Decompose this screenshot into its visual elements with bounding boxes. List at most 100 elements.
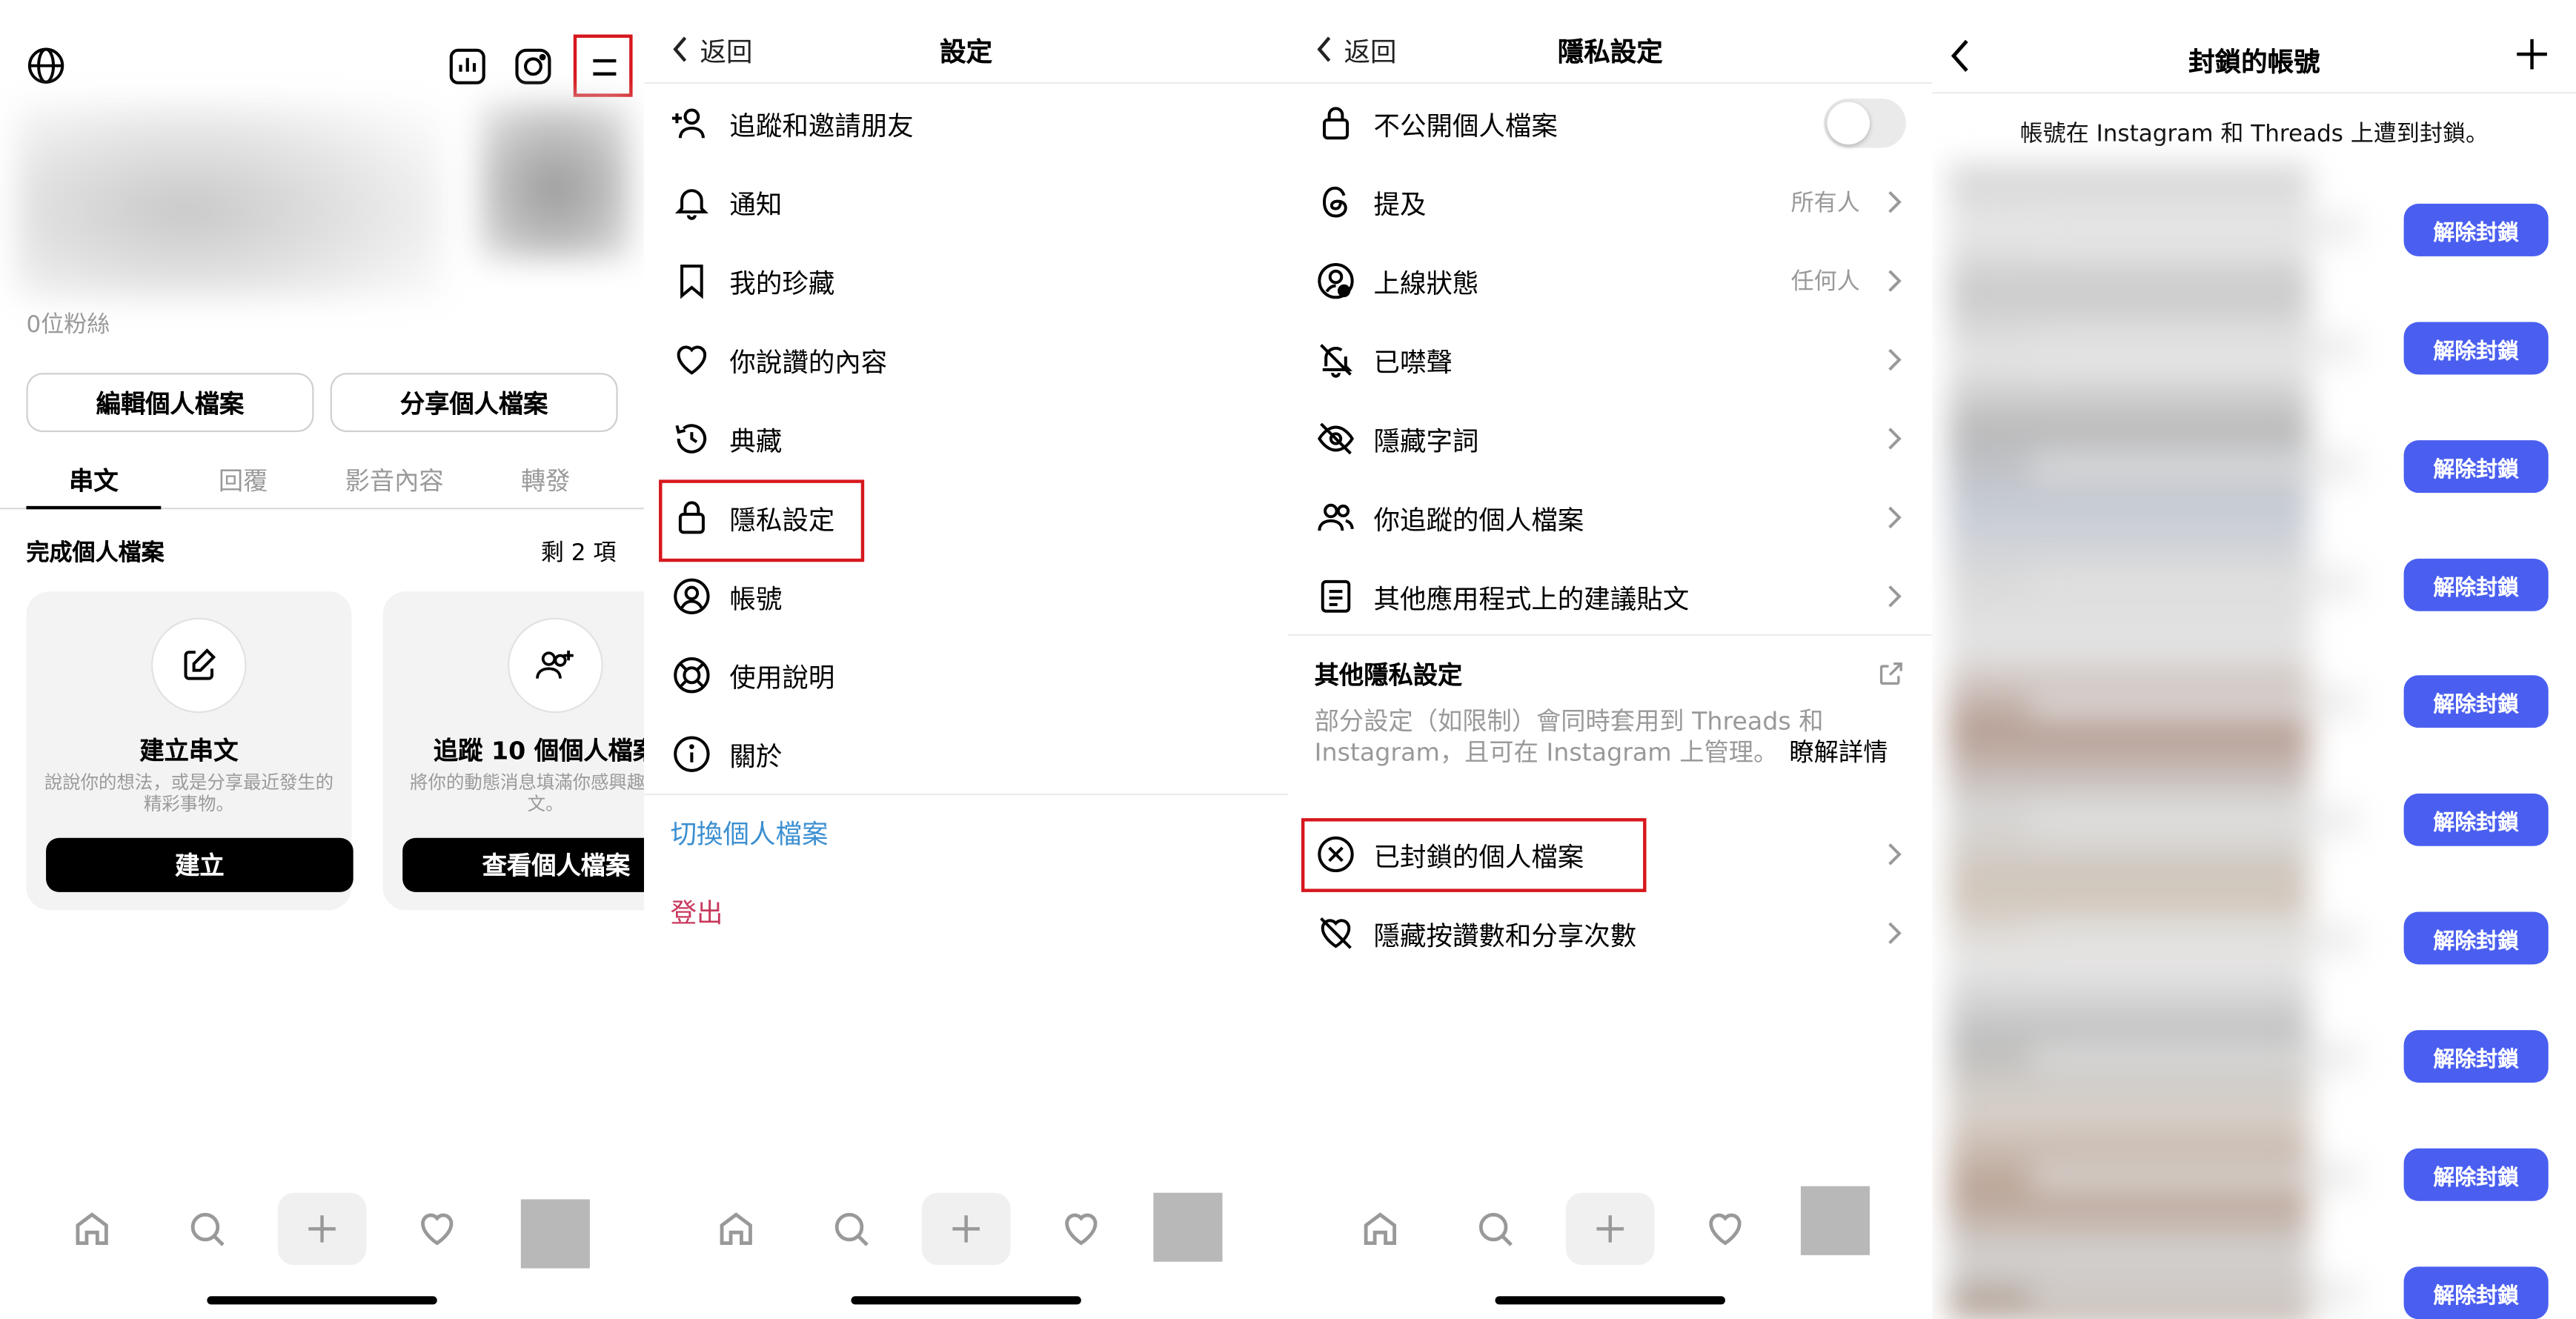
unblock-button[interactable]: 解除封鎖: [2403, 440, 2549, 494]
activity-icon[interactable]: [411, 1193, 463, 1266]
item-label: 其他應用程式上的建議貼文: [1373, 583, 1690, 615]
settings-item-help[interactable]: 使用說明: [644, 636, 1288, 714]
activity-icon[interactable]: [1055, 1193, 1107, 1266]
profile-tab-avatar[interactable]: [1800, 1186, 1870, 1255]
share-profile-button[interactable]: 分享個人檔案: [330, 373, 618, 433]
archive-icon: [671, 417, 714, 460]
home-indicator: [207, 1296, 437, 1305]
external-link-icon[interactable]: [1876, 659, 1906, 688]
unblock-button[interactable]: 解除封鎖: [2403, 558, 2549, 611]
follow-profiles-card: 追蹤 10 個個人檔案 將你的動態消息填滿你感興趣的串文。 查看個人檔案: [382, 591, 645, 911]
chevron-right-icon: [1888, 348, 1902, 371]
bell-icon: [671, 181, 714, 224]
item-label: 隱藏字詞: [1373, 425, 1479, 457]
switch-profile-link[interactable]: 切換個人檔案: [644, 792, 1288, 871]
unblock-button[interactable]: 解除封鎖: [2403, 1266, 2549, 1319]
info-icon: [671, 733, 714, 776]
tab-reposts[interactable]: 轉發: [521, 463, 571, 498]
chevron-right-icon: [1888, 843, 1902, 866]
section-divider: [1288, 634, 1933, 637]
new-post-button[interactable]: [1565, 1192, 1655, 1266]
view-profiles-button[interactable]: 查看個人檔案: [402, 837, 645, 892]
profile-tab-avatar[interactable]: [1153, 1192, 1223, 1262]
home-icon[interactable]: [1354, 1193, 1407, 1266]
new-post-button[interactable]: [921, 1192, 1011, 1266]
blocked-highlight: [1301, 818, 1647, 892]
card-description: 將你的動態消息填滿你感興趣的串文。: [410, 772, 645, 815]
globe-icon[interactable]: [26, 46, 65, 85]
new-post-button[interactable]: [277, 1192, 367, 1266]
settings-item-saved[interactable]: 我的珍藏: [644, 242, 1288, 320]
insights-icon[interactable]: [447, 46, 488, 87]
privacy-item-muted[interactable]: 已噤聲: [1288, 320, 1932, 399]
chevron-right-icon: [1888, 506, 1902, 529]
home-indicator: [851, 1296, 1081, 1305]
card-description: 說說你的想法，或是分享最近發生的精彩事物。: [44, 772, 334, 815]
tab-replies[interactable]: 回覆: [219, 463, 268, 498]
search-icon[interactable]: [825, 1193, 877, 1266]
remaining-count: 剩 2 項: [540, 540, 617, 567]
unblock-button[interactable]: 解除封鎖: [2403, 1030, 2549, 1083]
document-icon: [1315, 575, 1358, 618]
unblock-button[interactable]: 解除封鎖: [2403, 322, 2549, 375]
followers-count[interactable]: 0位粉絲: [26, 308, 110, 340]
settings-item-liked[interactable]: 你說讚的內容: [644, 320, 1288, 399]
item-label: 你說讚的內容: [729, 346, 888, 378]
logout-link[interactable]: 登出: [644, 871, 1288, 949]
heart-slash-icon: [1315, 911, 1358, 954]
item-label: 關於: [729, 740, 783, 773]
privacy-item-private-profile[interactable]: 不公開個人檔案: [1288, 84, 1932, 162]
page-title: 封鎖的帳號: [2188, 46, 2320, 78]
learn-more-link[interactable]: 瞭解詳情: [1789, 734, 1888, 769]
chevron-right-icon: [1888, 428, 1902, 450]
unblock-button[interactable]: 解除封鎖: [2403, 203, 2549, 256]
page-title: 設定: [940, 36, 993, 67]
people-icon: [1315, 496, 1358, 539]
settings-item-account[interactable]: 帳號: [644, 557, 1288, 636]
home-icon[interactable]: [710, 1193, 763, 1266]
add-icon[interactable]: [2514, 36, 2550, 73]
edit-profile-button[interactable]: 編輯個人檔案: [26, 373, 314, 433]
help-icon: [671, 654, 714, 697]
tab-threads[interactable]: 串文: [69, 463, 119, 498]
item-label: 我的珍藏: [729, 268, 835, 299]
settings-item-archive[interactable]: 典藏: [644, 399, 1288, 478]
privacy-item-suggested-posts[interactable]: 其他應用程式上的建議貼文: [1288, 557, 1932, 636]
profile-tab-avatar[interactable]: [520, 1199, 590, 1269]
tab-media[interactable]: 影音內容: [345, 463, 444, 498]
privacy-item-online-status[interactable]: 上線狀態 任何人: [1288, 242, 1932, 320]
home-icon[interactable]: [66, 1193, 119, 1266]
create-button[interactable]: 建立: [46, 837, 353, 892]
activity-icon[interactable]: [1699, 1193, 1751, 1266]
unblock-button[interactable]: 解除封鎖: [2403, 911, 2549, 965]
item-label: 追蹤和邀請朋友: [729, 110, 914, 142]
privacy-header: 返回 隱私設定: [1288, 0, 1933, 85]
blocked-names-blurred: [2031, 164, 2360, 1319]
threads-icon: [1315, 181, 1358, 224]
privacy-item-mentions[interactable]: 提及 所有人: [1288, 162, 1932, 241]
unblock-button[interactable]: 解除封鎖: [2403, 1148, 2549, 1201]
privacy-highlight: [659, 479, 865, 562]
unblock-button[interactable]: 解除封鎖: [2403, 675, 2549, 728]
switch-profile-label: 切換個人檔案: [670, 818, 829, 850]
settings-item-follow-invite[interactable]: 追蹤和邀請朋友: [644, 84, 1288, 162]
instagram-icon[interactable]: [513, 46, 554, 87]
privacy-item-hide-likes[interactable]: 隱藏按讚數和分享次數: [1288, 894, 1932, 972]
logout-label: 登出: [670, 897, 723, 928]
settings-item-notifications[interactable]: 通知: [644, 162, 1288, 241]
other-privacy-title: 其他隱私設定: [1314, 660, 1463, 691]
search-icon[interactable]: [1469, 1193, 1521, 1266]
unblock-button[interactable]: 解除封鎖: [2403, 793, 2549, 846]
bookmark-icon: [671, 259, 714, 302]
private-profile-toggle[interactable]: [1823, 99, 1906, 148]
item-label: 通知: [729, 188, 783, 221]
bottom-nav: [1288, 1186, 1932, 1266]
menu-highlight: [573, 34, 633, 97]
settings-item-about[interactable]: 關於: [644, 714, 1288, 793]
privacy-item-following[interactable]: 你追蹤的個人檔案: [1288, 478, 1932, 556]
item-label: 你追蹤的個人檔案: [1373, 504, 1584, 536]
other-privacy-desc-line2: Instagram，且可在 Instagram 上管理。: [1314, 737, 1779, 768]
privacy-item-hidden-words[interactable]: 隱藏字詞: [1288, 399, 1932, 478]
item-value: 任何人: [1790, 269, 1860, 296]
search-icon[interactable]: [181, 1193, 233, 1266]
